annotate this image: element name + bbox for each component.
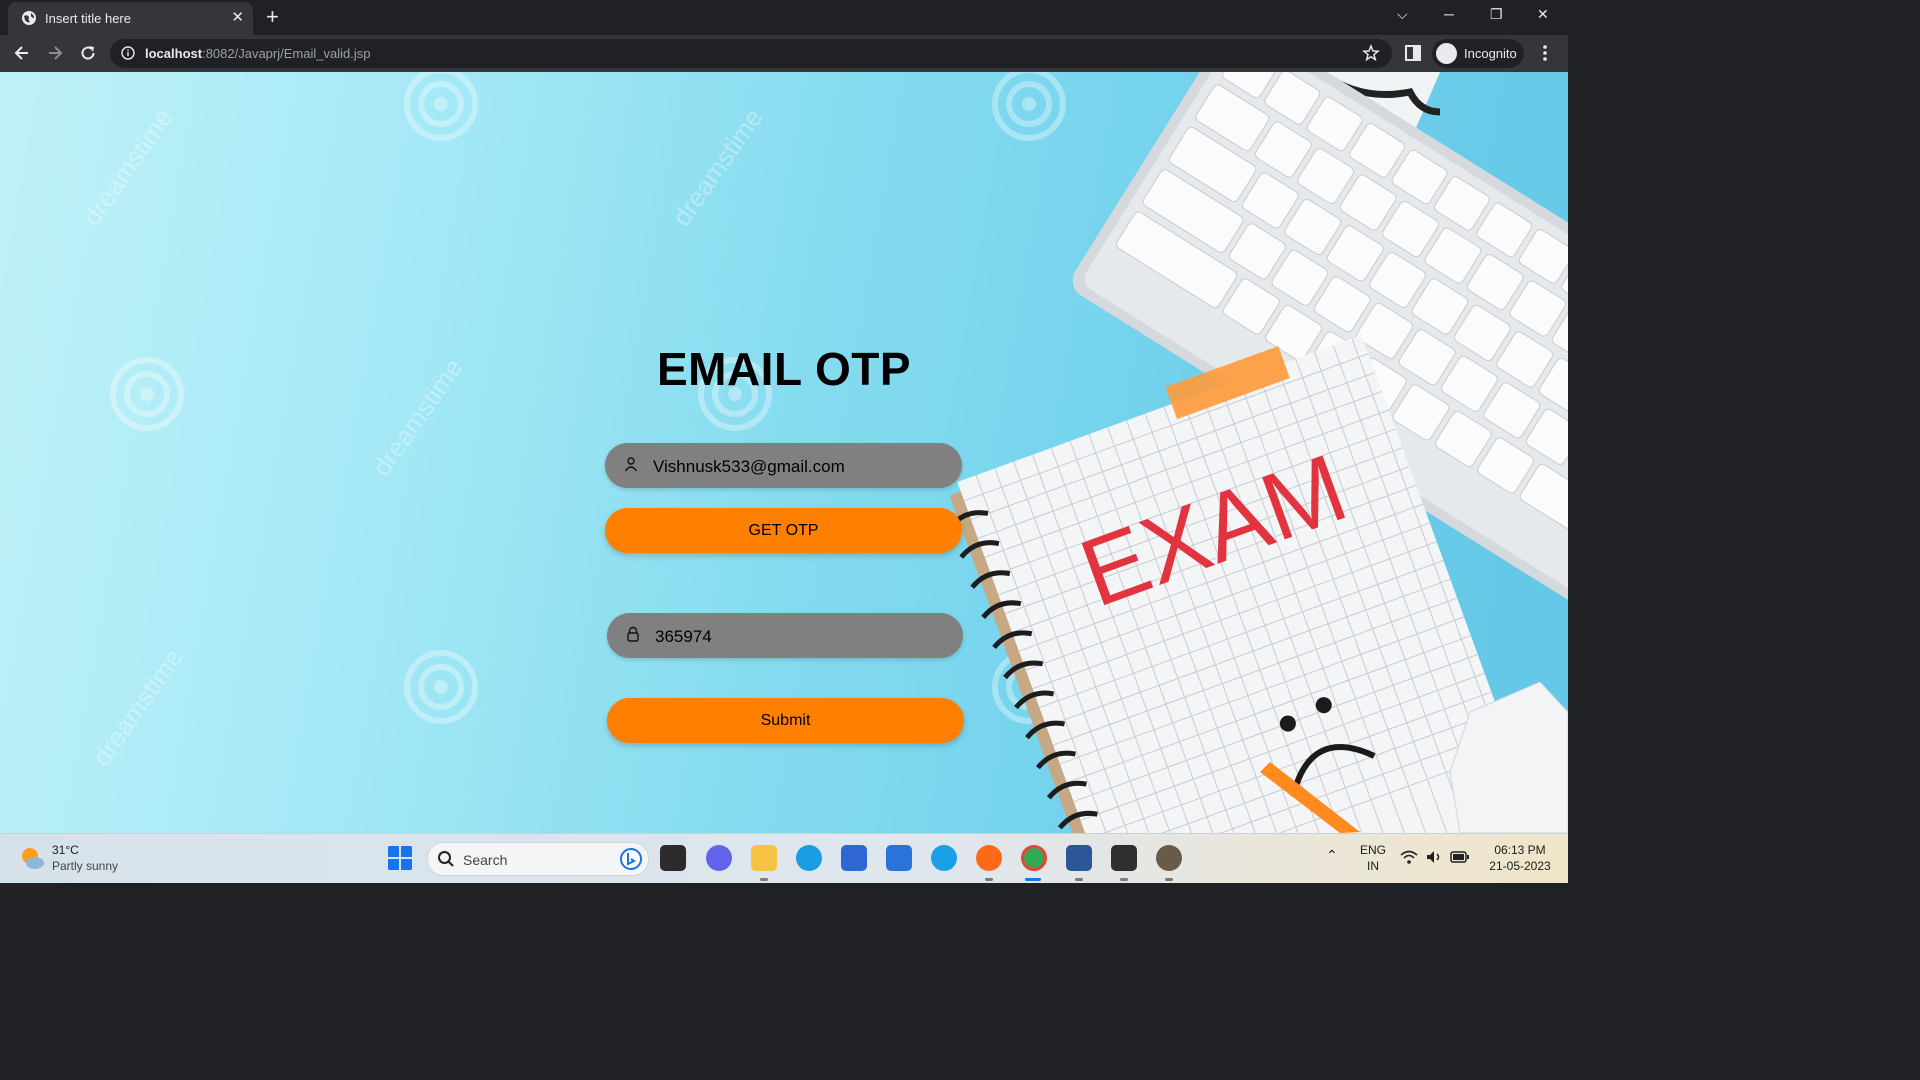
incognito-icon [1436,43,1457,64]
forward-icon[interactable] [45,43,65,63]
watermark-text: dreamstime [666,102,769,232]
clock-date[interactable]: 21-05-2023 [1480,859,1560,873]
region-indicator[interactable]: IN [1358,859,1388,873]
watermark-logo-icon [404,72,478,141]
incognito-profile-button[interactable]: Incognito [1432,39,1524,68]
menu-kebab-icon[interactable] [1541,43,1549,63]
close-window-icon[interactable]: ✕ [1537,6,1549,23]
tab-strip: Insert title here ✕ + ⌵ ─ ❐ ✕ [0,0,1568,35]
weather-temperature: 31°C [52,843,79,857]
help-icon[interactable] [931,845,957,871]
teams-chat-icon[interactable] [706,845,732,871]
user-icon [624,457,638,472]
otp-field[interactable] [607,613,963,660]
reload-icon[interactable] [78,43,98,63]
site-info-icon[interactable] [121,46,135,60]
browser-toolbar: localhost:8082/Javaprj/Email_valid.jsp I… [0,35,1568,72]
running-indicator [1075,878,1083,881]
terminal-icon[interactable] [1111,845,1137,871]
file-explorer-icon[interactable] [751,845,777,871]
watermark-text: dreamstime [76,102,179,232]
edge-icon[interactable] [796,845,822,871]
running-indicator [1120,878,1128,881]
myhp-icon[interactable] [886,845,912,871]
store-icon[interactable] [841,845,867,871]
url-path: :8082/Javaprj/Email_valid.jsp [202,46,371,61]
tab-title: Insert title here [45,11,131,26]
battery-icon[interactable] [1450,848,1470,866]
address-bar[interactable]: localhost:8082/Javaprj/Email_valid.jsp [110,39,1392,68]
taskbar-search-box[interactable]: Search [427,842,649,876]
bookmark-star-icon[interactable] [1362,44,1380,62]
windows-taskbar: 31°C Partly sunny Search ⌃ ENG IN 06:13 … [0,833,1568,883]
partly-sunny-icon[interactable] [18,844,46,872]
language-indicator[interactable]: ENG [1358,843,1388,857]
wifi-icon[interactable] [1400,848,1418,866]
tab-search-icon[interactable]: ⌵ [1397,6,1408,23]
chevron-up-icon[interactable]: ⌃ [1326,847,1338,864]
task-view-icon[interactable] [660,845,686,871]
new-tab-icon[interactable]: + [266,5,279,29]
side-panel-icon[interactable] [1404,44,1422,62]
page-title: EMAIL OTP [656,343,912,395]
watermark-logo-icon [110,357,184,431]
email-input[interactable] [651,443,945,490]
bing-icon[interactable] [620,848,642,870]
back-icon[interactable] [12,43,32,63]
clock-time[interactable]: 06:13 PM [1480,843,1560,857]
keyboard-notebook-illustration: EXAM [948,72,1568,833]
watermark-text: dreamstime [366,352,469,482]
windows-start-icon[interactable] [387,845,413,871]
running-indicator [1165,878,1173,881]
email-field[interactable] [605,443,962,490]
close-tab-icon[interactable]: ✕ [231,9,244,27]
get-otp-button[interactable]: GET OTP [605,508,962,553]
restore-icon[interactable]: ❐ [1490,6,1503,23]
word-icon[interactable] [1066,845,1092,871]
watermark-text: dreamstime [86,642,189,772]
url-host: localhost [145,46,203,61]
minimize-icon[interactable]: ─ [1444,6,1454,22]
submit-button[interactable]: Submit [607,698,964,743]
running-indicator [760,878,768,881]
page-background: dreamstime dreamstime dreamstime dreamst… [0,72,1568,833]
search-label: Search [463,852,508,868]
globe-icon [22,11,36,25]
running-indicator [985,878,993,881]
lock-icon [627,626,639,642]
chrome-icon[interactable] [1021,845,1047,871]
watermark-logo-icon [404,650,478,724]
firefox-icon[interactable] [976,845,1002,871]
browser-tab[interactable]: Insert title here ✕ [8,2,253,35]
search-icon [438,851,454,867]
volume-icon[interactable] [1425,848,1443,866]
incognito-label: Incognito [1464,46,1517,61]
url-text: localhost:8082/Javaprj/Email_valid.jsp [145,46,370,61]
app-icon[interactable] [1156,845,1182,871]
otp-input[interactable] [653,613,947,660]
active-indicator [1025,878,1041,881]
weather-description: Partly sunny [52,859,119,873]
